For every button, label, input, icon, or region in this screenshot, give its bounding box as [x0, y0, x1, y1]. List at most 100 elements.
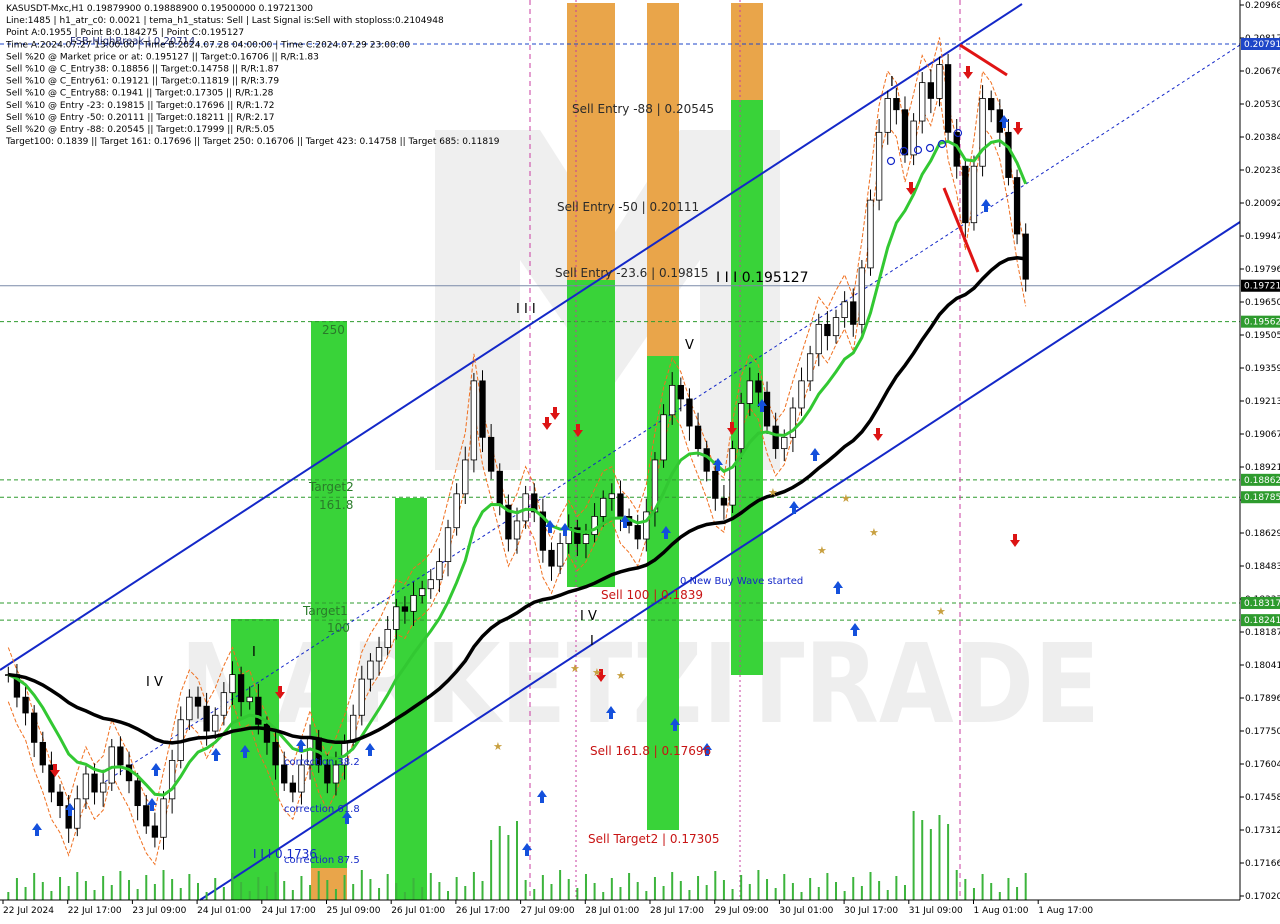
volume-bar-18 — [162, 870, 165, 900]
time-axis-ticks: 22 Jul 2024 22 Jul 17:00 23 Jul 09:00 24 Ju… — [2, 900, 1093, 916]
volume-bar-81 — [705, 885, 708, 900]
volume-bar-100 — [869, 872, 872, 900]
volume-bar-9 — [84, 881, 87, 900]
candle-body-13 — [117, 746, 124, 766]
y-tick-label-21: 0.17896 — [1245, 694, 1280, 704]
volume-bar-48 — [421, 887, 424, 900]
volume-bar-99 — [860, 886, 863, 900]
sell-entry-50-label: Sell Entry -50 | 0.20111 — [557, 200, 699, 214]
correction-382-label: correction 38.2 — [284, 757, 360, 768]
info-line-7: Sell %10 @ C_Entry88: 0.1941 || Target:0… — [6, 89, 274, 99]
volume-bar-58 — [507, 835, 510, 900]
volume-bar-12 — [110, 885, 113, 900]
x-tick-label-4: 24 Jul 17:00 — [262, 906, 316, 916]
volume-bar-21 — [188, 874, 191, 900]
volume-bar-113 — [981, 874, 984, 900]
volume-bar-92 — [800, 892, 803, 900]
y-tick-label-7: 0.19947 — [1245, 232, 1280, 242]
volume-bar-80 — [697, 876, 700, 900]
volume-bar-26 — [231, 873, 234, 900]
zone-orange-bottom-4 — [311, 868, 347, 900]
candle-body-85 — [738, 403, 745, 450]
info-line-1: Line:1485 | h1_atr_c0: 0.0021 | tema_h1_… — [6, 16, 444, 26]
volume-bar-29 — [257, 877, 260, 900]
x-tick-label-13: 30 Jul 17:00 — [844, 906, 898, 916]
candle-body-112 — [970, 165, 978, 224]
volume-bar-78 — [679, 881, 682, 900]
candle-body-48 — [419, 588, 426, 596]
x-tick-label-5: 25 Jul 09:00 — [327, 906, 381, 916]
candle-body-31 — [272, 741, 279, 766]
candle-body-64 — [556, 543, 564, 567]
candle-body-46 — [401, 606, 409, 612]
volume-bar-83 — [722, 880, 725, 900]
candle-body-4 — [39, 741, 46, 766]
candle-body-19 — [168, 760, 176, 800]
price-tag-label-3: 0.18862 — [1244, 476, 1280, 486]
candle-body-97 — [841, 301, 848, 319]
candle-body-23 — [203, 705, 210, 732]
candle-body-40 — [350, 714, 357, 743]
price-tag-label-4: 0.18785 — [1244, 493, 1280, 503]
candle-body-109 — [944, 64, 952, 133]
volume-bar-67 — [584, 874, 587, 900]
volume-bar-90 — [783, 874, 786, 900]
volume-bar-91 — [791, 883, 794, 900]
candle-body-98 — [850, 301, 857, 325]
y-tick-label-26: 0.17166 — [1245, 859, 1280, 869]
volume-bar-34 — [300, 876, 303, 900]
y-tick-label-10: 0.19505 — [1245, 331, 1280, 341]
volume-bar-2 — [24, 887, 27, 900]
star-marker-2: ★ — [592, 666, 602, 679]
volume-bar-33 — [291, 890, 294, 900]
volume-bar-13 — [119, 871, 122, 900]
y-tick-label-6: 0.20092 — [1245, 199, 1280, 209]
volume-bar-43 — [378, 888, 381, 900]
x-tick-label-8: 27 Jul 09:00 — [521, 906, 575, 916]
volume-bar-115 — [998, 892, 1001, 900]
x-tick-label-14: 31 Jul 09:00 — [909, 906, 963, 916]
y-tick-label-27: 0.17020 — [1245, 892, 1280, 902]
wave-i-right-label: I — [890, 75, 894, 90]
star-marker-0: ★ — [493, 740, 503, 753]
volume-bar-5 — [50, 891, 53, 900]
candle-body-111 — [962, 165, 969, 224]
volume-bar-94 — [817, 887, 820, 900]
volume-bar-75 — [653, 877, 656, 900]
volume-bar-118 — [1024, 873, 1027, 900]
info-line-2: Point A:0.1955 | Point B:0.184275 | Poin… — [6, 28, 244, 38]
info-line-11: Target100: 0.1839 || Target 161: 0.17696… — [5, 137, 500, 147]
candle-body-93 — [806, 353, 814, 382]
y-tick-label-2: 0.20676 — [1245, 67, 1280, 77]
candle-body-80 — [694, 425, 702, 450]
price-tag-label-2: 0.19562 — [1244, 318, 1280, 328]
volume-bar-117 — [1016, 887, 1019, 900]
y-tick-label-24: 0.17458 — [1245, 793, 1280, 803]
volume-bar-40 — [352, 884, 355, 900]
volume-bar-28 — [248, 891, 251, 900]
volume-bar-59 — [516, 821, 518, 900]
candle-body-55 — [479, 380, 486, 438]
star-marker-1: ★ — [570, 662, 580, 675]
candle-body-103 — [893, 98, 900, 111]
volume-bar-107 — [929, 829, 932, 900]
chart-canvas[interactable]: MARKETZITRADE ★★ ★ ★★★★★★ FSB-HighBreak … — [0, 0, 1280, 920]
candle-body-86 — [746, 380, 753, 404]
x-tick-label-2: 23 Jul 09:00 — [132, 906, 186, 916]
volume-bar-20 — [179, 888, 182, 900]
star-marker-6: ★ — [841, 492, 851, 505]
volume-bar-15 — [136, 889, 139, 900]
candle-body-89 — [772, 425, 779, 450]
volume-bar-88 — [766, 879, 769, 900]
y-tick-label-22: 0.17750 — [1245, 727, 1280, 737]
y-tick-label-5: 0.20238 — [1245, 166, 1280, 176]
candle-body-67 — [582, 534, 590, 544]
volume-bar-42 — [369, 879, 372, 900]
candle-body-106 — [919, 82, 926, 122]
volume-bar-74 — [645, 891, 648, 900]
volume-bar-71 — [619, 887, 622, 900]
volume-bar-89 — [774, 888, 777, 900]
info-line-5: Sell %10 @ C_Entry38: 0.18856 || Target:… — [6, 65, 279, 75]
candle-body-100 — [867, 199, 874, 269]
candle-body-116 — [1005, 131, 1012, 178]
